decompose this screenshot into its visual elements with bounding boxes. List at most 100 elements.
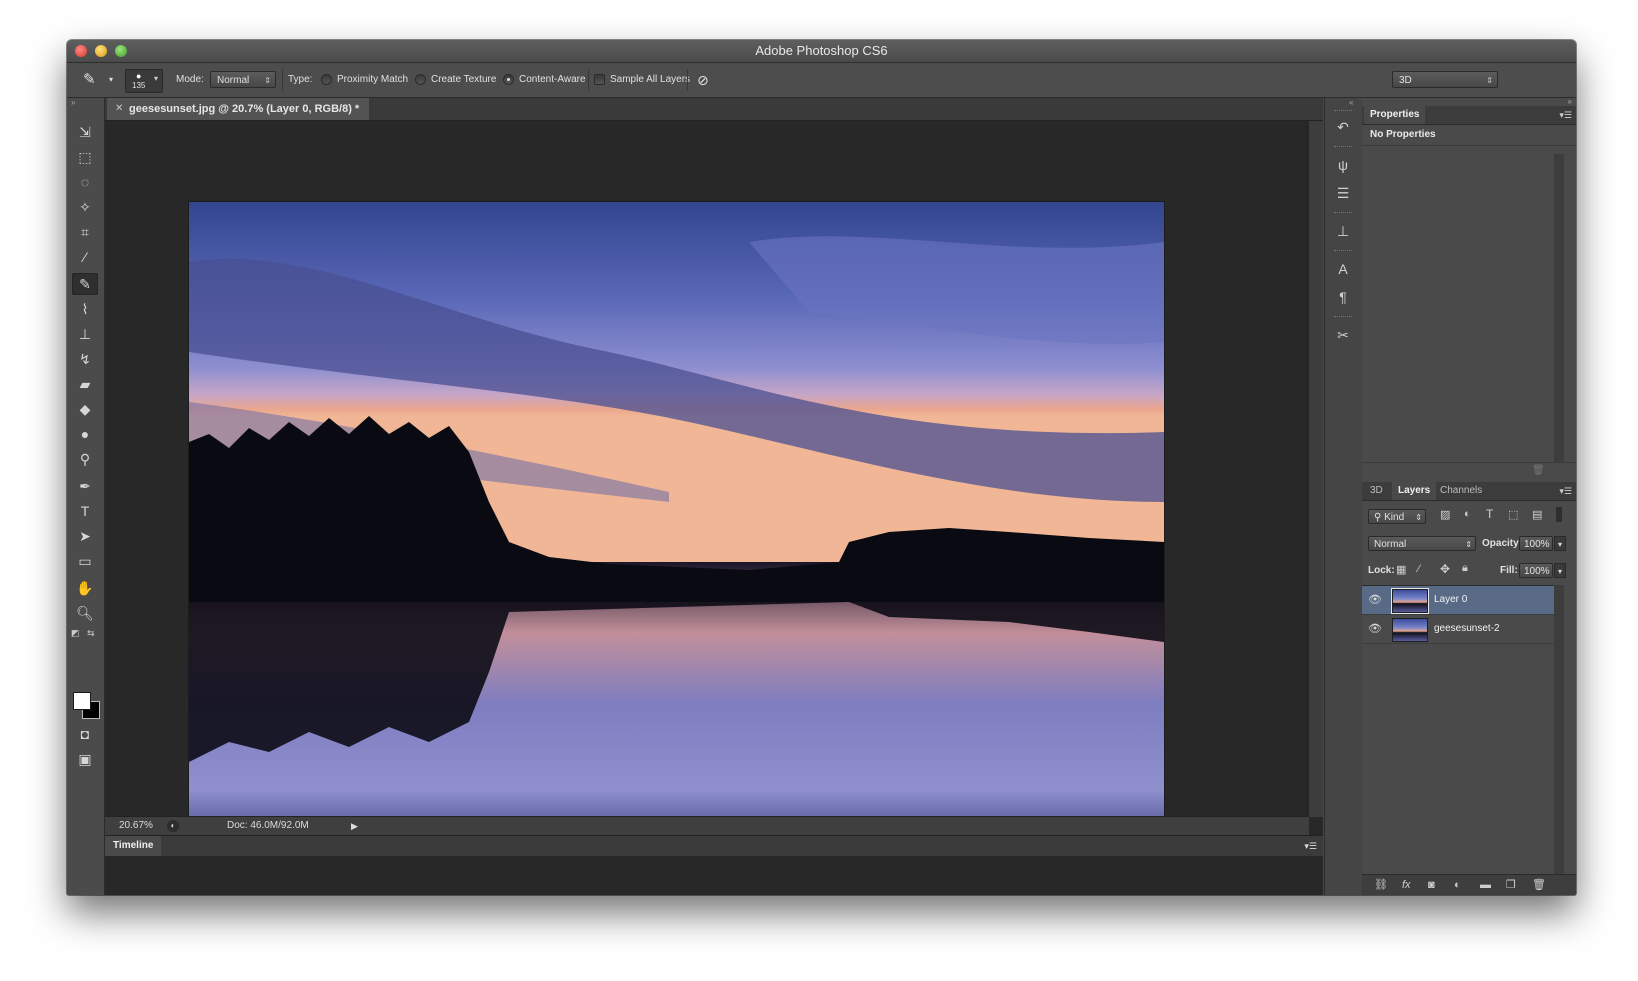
pixel-filter-icon[interactable]: ▨: [1440, 508, 1450, 521]
eye-icon[interactable]: 👁︎: [1368, 622, 1382, 636]
tool-presets-panel-icon[interactable]: ✂: [1330, 324, 1356, 346]
eye-icon[interactable]: 👁︎: [1368, 593, 1382, 607]
history-brush-tool-icon[interactable]: ↯: [72, 348, 98, 370]
shape-filter-icon[interactable]: ⬚: [1508, 508, 1518, 521]
fill-input[interactable]: 100%: [1519, 563, 1553, 578]
rectangle-tool-icon[interactable]: ▭: [72, 550, 98, 572]
sample-all-layers-checkbox[interactable]: [594, 74, 605, 85]
opacity-input[interactable]: 100%: [1519, 536, 1553, 551]
workspace-select[interactable]: 3D ⇕: [1392, 71, 1498, 88]
move-tool-icon[interactable]: ⇲: [72, 121, 98, 143]
panel-grip[interactable]: [1334, 110, 1352, 113]
panel-grip[interactable]: [1334, 316, 1352, 319]
close-document-icon[interactable]: ✕: [115, 98, 123, 120]
panel-menu-icon[interactable]: ▾☰: [1304, 836, 1317, 856]
layer-name[interactable]: geesesunset-2: [1434, 615, 1500, 643]
expand-panels-icon[interactable]: «: [1349, 98, 1353, 107]
trash-icon[interactable]: 🗑︎: [1532, 465, 1545, 476]
lock-all-icon[interactable]: 🔒︎: [1462, 562, 1468, 575]
clone-source-panel-icon[interactable]: ⊥: [1330, 220, 1356, 242]
marquee-tool-icon[interactable]: ⬚: [72, 146, 98, 168]
zoom-tool-icon[interactable]: 🔍︎: [72, 602, 98, 624]
pressure-size-icon[interactable]: ⊘: [697, 63, 709, 97]
spot-healing-brush-preset-icon[interactable]: ✎: [83, 63, 96, 97]
layer-row-layer-0[interactable]: 👁︎ Layer 0: [1362, 586, 1554, 615]
swap-colors-icon[interactable]: ⇆: [87, 628, 95, 639]
panel-grip[interactable]: [1334, 146, 1352, 149]
lasso-tool-icon[interactable]: ◌: [72, 171, 98, 193]
clone-stamp-tool-icon[interactable]: ⊥: [72, 323, 98, 345]
panel-menu-icon[interactable]: ▾☰: [1559, 482, 1572, 500]
sample-all-layers-label[interactable]: Sample All Layers: [610, 63, 690, 97]
image-canvas[interactable]: [189, 202, 1164, 847]
vertical-scrollbar[interactable]: [1308, 121, 1323, 817]
brush-presets-panel-icon[interactable]: ψ: [1330, 154, 1356, 176]
tab-3d[interactable]: 3D: [1364, 482, 1389, 500]
tool-preset-dropdown-icon[interactable]: ▾: [109, 63, 113, 97]
status-menu-arrow-icon[interactable]: ▶: [351, 817, 358, 835]
lock-pixels-icon[interactable]: ⁄: [1418, 563, 1420, 575]
lock-position-icon[interactable]: ✥: [1440, 562, 1450, 576]
delete-layer-icon[interactable]: 🗑︎: [1532, 875, 1546, 895]
content-aware-label[interactable]: Content-Aware: [519, 63, 586, 97]
collapse-toolbox-icon[interactable]: »: [71, 98, 75, 107]
brush-picker[interactable]: ● 135 ▾: [125, 69, 163, 93]
paint-bucket-tool-icon[interactable]: ◆: [72, 398, 98, 420]
layer-name[interactable]: Layer 0: [1434, 586, 1467, 614]
properties-scrollbar[interactable]: [1554, 154, 1564, 462]
adjustment-layer-icon[interactable]: ◐: [1454, 875, 1461, 895]
smart-object-filter-icon[interactable]: ▤: [1532, 508, 1542, 521]
dodge-tool-icon[interactable]: ⚲: [72, 448, 98, 470]
layer-row-geesesunset-2[interactable]: 👁︎ geesesunset-2: [1362, 615, 1554, 644]
add-mask-icon[interactable]: ◙: [1428, 875, 1435, 895]
quick-mask-icon[interactable]: ◘: [72, 723, 98, 745]
proximity-match-label[interactable]: Proximity Match: [337, 63, 408, 97]
default-colors-icon[interactable]: ◩: [71, 628, 80, 639]
minimize-window-button[interactable]: [95, 45, 107, 57]
proximity-match-radio[interactable]: [321, 74, 332, 85]
panel-grip[interactable]: [1334, 212, 1352, 215]
opacity-slider-arrow-icon[interactable]: ▾: [1554, 536, 1566, 551]
panel-menu-icon[interactable]: ▾☰: [1559, 106, 1572, 124]
create-texture-radio[interactable]: [415, 74, 426, 85]
hand-tool-icon[interactable]: ✋: [72, 577, 98, 599]
blur-tool-icon[interactable]: ●: [72, 423, 98, 445]
type-filter-icon[interactable]: T: [1486, 507, 1493, 521]
character-panel-icon[interactable]: A: [1330, 258, 1356, 280]
pen-tool-icon[interactable]: ✒: [72, 475, 98, 497]
panel-grip[interactable]: [1334, 250, 1352, 253]
eyedropper-tool-icon[interactable]: ⁄: [72, 246, 98, 268]
timeline-tab[interactable]: Timeline: [105, 836, 162, 856]
eraser-tool-icon[interactable]: ▰: [72, 373, 98, 395]
layer-filter-select[interactable]: ⚲ Kind ⇕: [1368, 509, 1426, 524]
tab-layers[interactable]: Layers: [1392, 482, 1437, 500]
paragraph-panel-icon[interactable]: ¶: [1330, 286, 1356, 308]
zoom-level[interactable]: 20.67%: [119, 817, 153, 835]
history-panel-icon[interactable]: ↶: [1330, 116, 1356, 138]
adjustment-filter-icon[interactable]: ◐: [1464, 508, 1471, 520]
document-tab[interactable]: ✕ geesesunset.jpg @ 20.7% (Layer 0, RGB/…: [107, 98, 370, 120]
close-window-button[interactable]: [75, 45, 87, 57]
new-group-icon[interactable]: ▬: [1480, 875, 1491, 895]
tab-channels[interactable]: Channels: [1434, 482, 1488, 500]
foreground-color-swatch[interactable]: [73, 692, 91, 710]
new-layer-icon[interactable]: ❐: [1506, 875, 1516, 895]
type-tool-icon[interactable]: T: [72, 500, 98, 522]
path-selection-tool-icon[interactable]: ➤: [72, 525, 98, 547]
zoom-window-button[interactable]: [115, 45, 127, 57]
fill-slider-arrow-icon[interactable]: ▾: [1554, 563, 1566, 578]
crop-tool-icon[interactable]: ⌗: [72, 221, 98, 243]
filter-toggle-switch[interactable]: [1556, 507, 1562, 522]
layers-scrollbar[interactable]: [1554, 585, 1564, 875]
layer-style-icon[interactable]: fx: [1402, 875, 1411, 895]
content-aware-radio[interactable]: [503, 74, 514, 85]
spot-healing-brush-tool-icon[interactable]: ✎: [72, 273, 98, 295]
status-info-icon[interactable]: ◐: [167, 820, 179, 832]
blend-mode-select[interactable]: Normal ⇕: [1368, 536, 1476, 551]
adjustments-panel-icon[interactable]: ☰: [1330, 182, 1356, 204]
create-texture-label[interactable]: Create Texture: [431, 63, 496, 97]
brush-tool-icon[interactable]: ⌇: [72, 298, 98, 320]
properties-tab[interactable]: Properties: [1364, 106, 1426, 124]
quick-selection-tool-icon[interactable]: ✧: [72, 196, 98, 218]
collapse-dock-icon[interactable]: »: [1568, 97, 1572, 106]
